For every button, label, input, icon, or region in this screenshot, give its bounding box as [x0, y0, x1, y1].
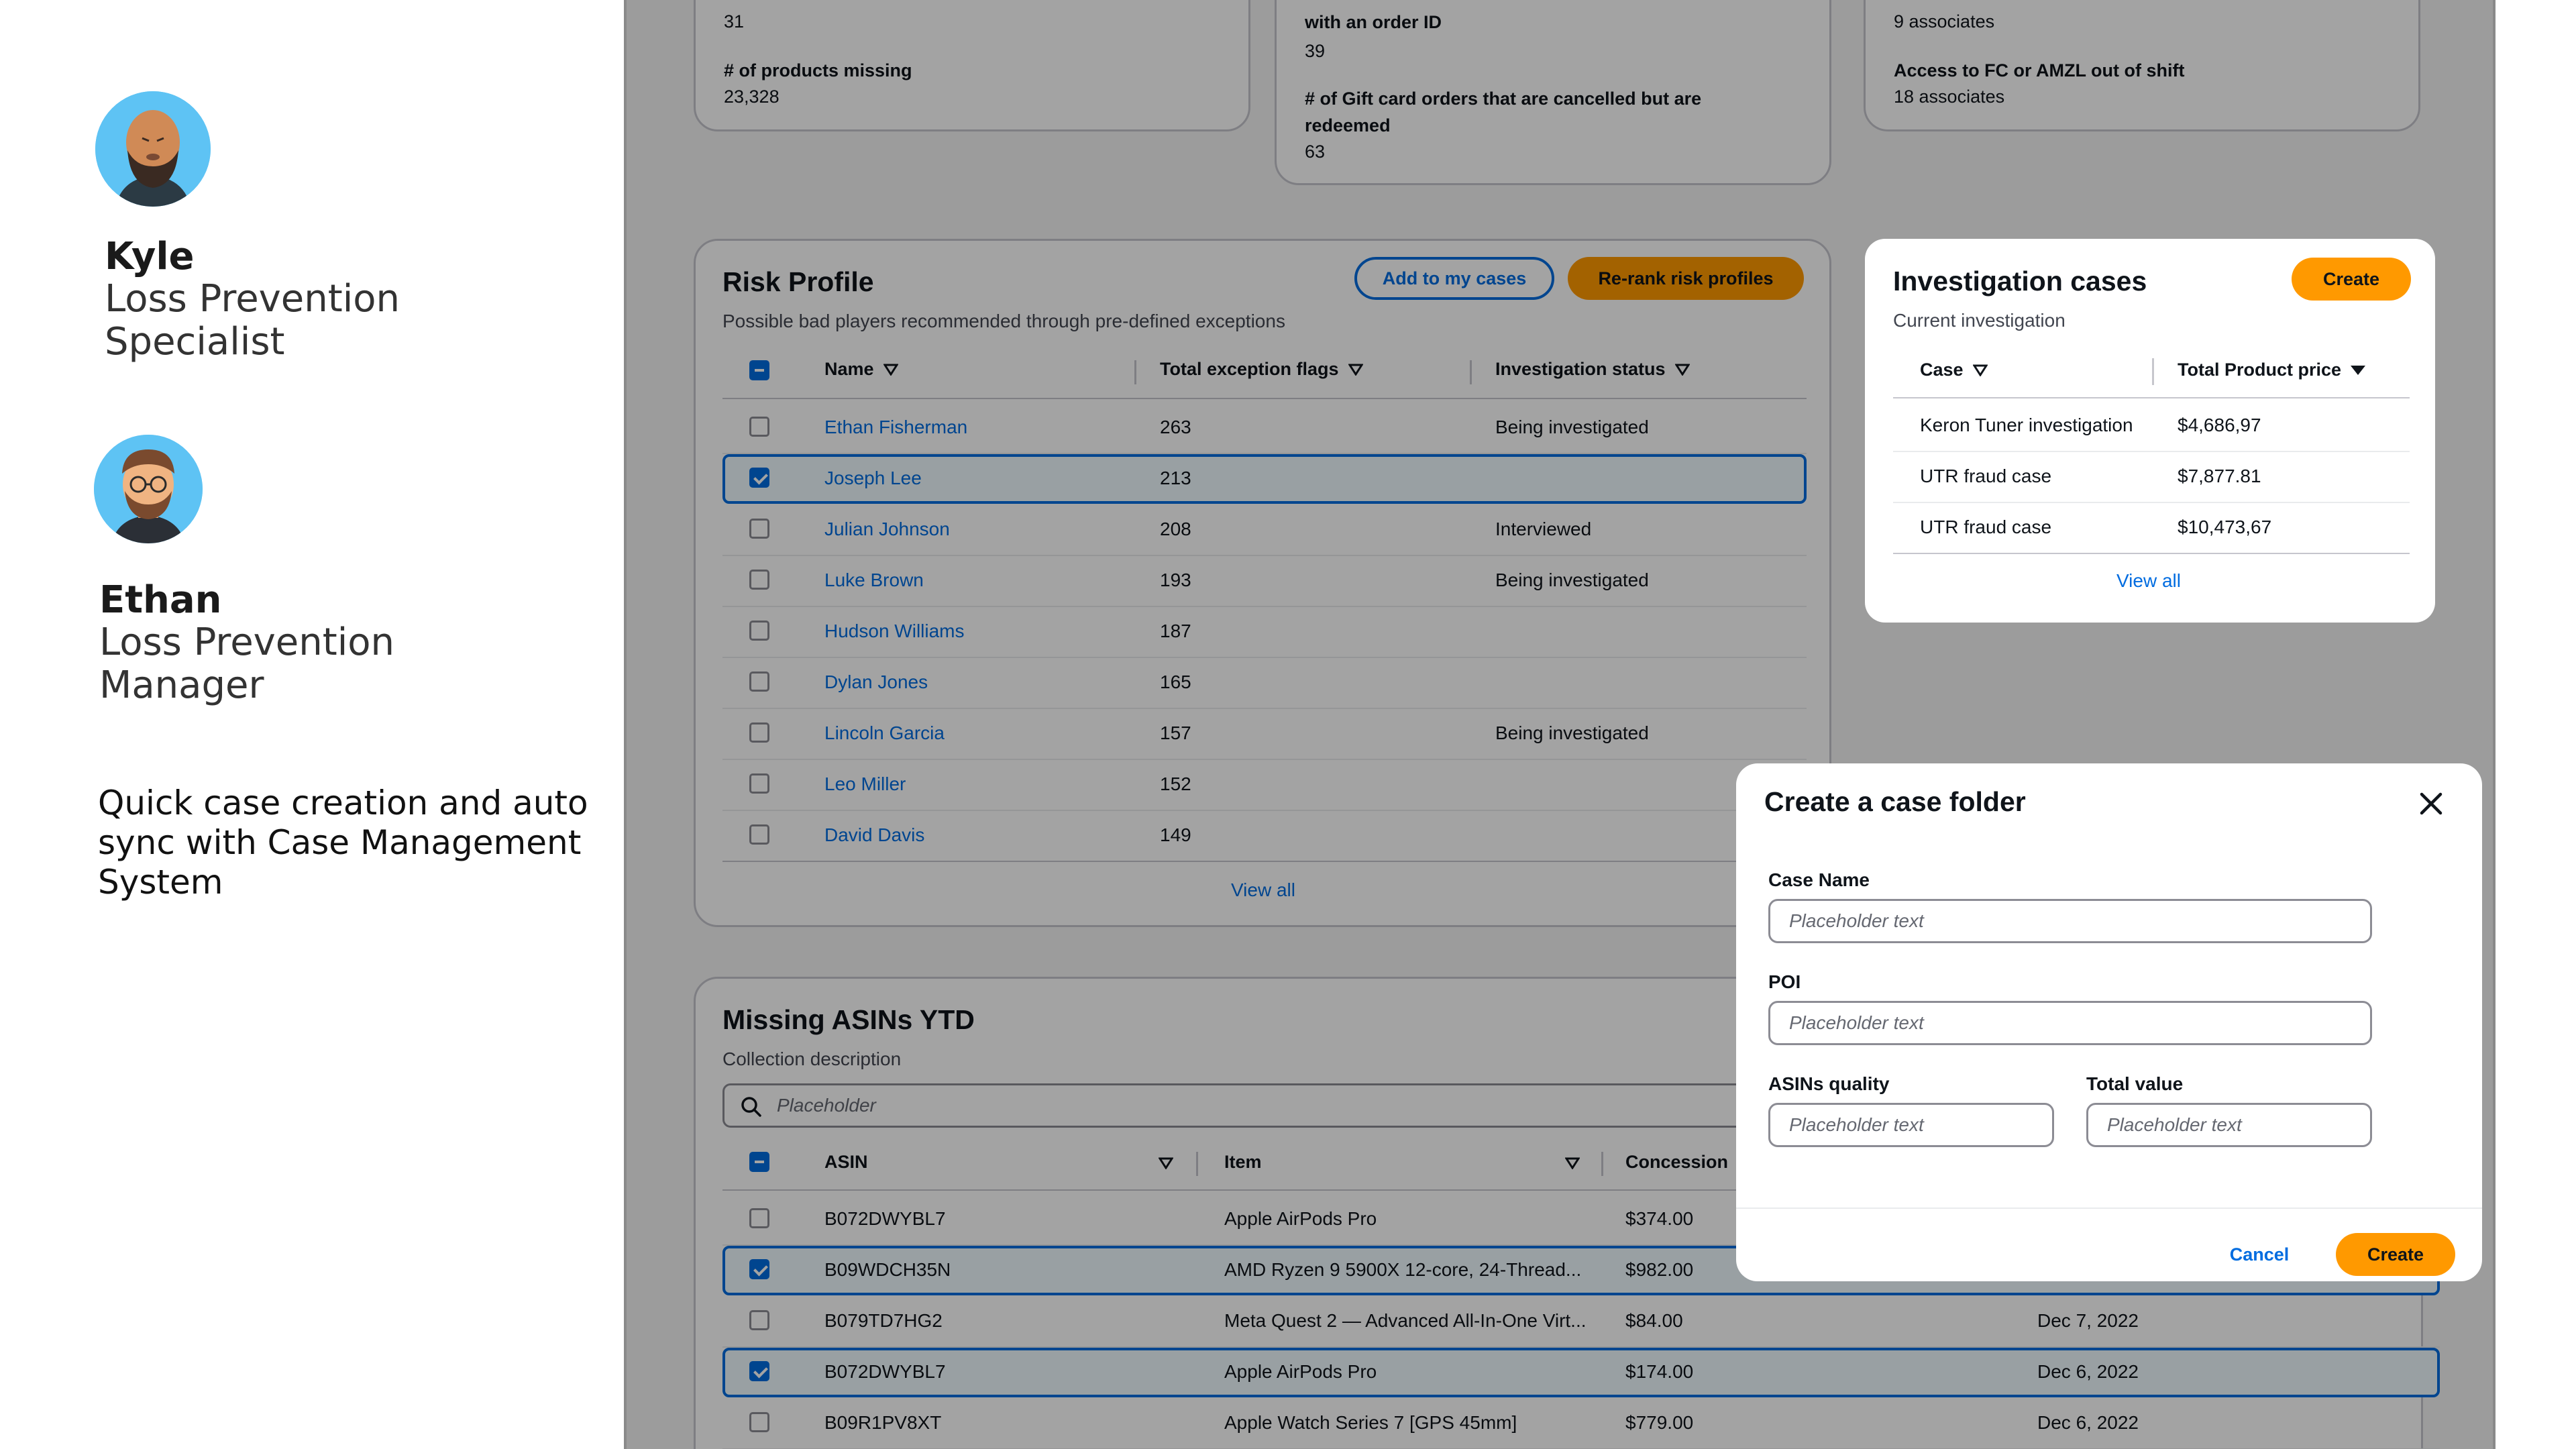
total-value-input[interactable]: Placeholder text [2086, 1103, 2372, 1147]
poi-label: POI [1768, 971, 1801, 992]
case-price-value: $10,473,67 [2178, 517, 2272, 537]
case-name-input[interactable]: Placeholder text [1768, 899, 2372, 943]
persona-role-kyle: Loss Prevention Specialist [105, 277, 400, 364]
asins-quality-label: ASINs quality [1768, 1073, 1890, 1094]
investigation-title: Investigation cases [1893, 266, 2147, 297]
persona-name-kyle: Kyle [105, 235, 195, 278]
avatar-ethan [94, 435, 203, 543]
sort-caret-filled-icon [2351, 365, 2366, 375]
modal-footer-divider [1736, 1208, 2482, 1209]
persona-panel: Kyle Loss Prevention Specialist Ethan Lo… [0, 0, 624, 1449]
col-header-total-price[interactable]: Total Product price [2178, 360, 2366, 380]
persona-role-ethan: Loss Prevention Manager [99, 621, 395, 707]
modal-create-button[interactable]: Create [2336, 1233, 2455, 1276]
row-divider [1893, 451, 2410, 452]
poi-input[interactable]: Placeholder text [1768, 1001, 2372, 1045]
row-divider [1893, 553, 2410, 554]
frame-edge [2493, 0, 2496, 1449]
investigation-cases-card: Investigation cases Current investigatio… [1865, 239, 2435, 623]
asins-quality-input[interactable]: Placeholder text [1768, 1103, 2054, 1147]
close-icon[interactable] [2418, 790, 2445, 817]
case-name-value: UTR fraud case [1920, 466, 2052, 486]
header-rule [1893, 397, 2410, 398]
total-value-label: Total value [2086, 1073, 2184, 1094]
investigation-view-all-link[interactable]: View all [2116, 570, 2181, 592]
case-name-label: Case Name [1768, 869, 1870, 890]
persona-name-ethan: Ethan [99, 578, 222, 622]
investigation-description: Current investigation [1893, 310, 2065, 331]
create-case-button[interactable]: Create [2292, 258, 2411, 301]
case-price-value: $7,877.81 [2178, 466, 2261, 486]
sort-caret-icon [1972, 364, 1988, 376]
modal-title: Create a case folder [1764, 786, 2026, 817]
case-name-value: Keron Tuner investigation [1920, 415, 2133, 435]
feature-note: Quick case creation and auto sync with C… [98, 784, 588, 902]
column-divider [2152, 358, 2154, 385]
case-name-value: UTR fraud case [1920, 517, 2052, 537]
avatar-kyle [95, 91, 211, 207]
cancel-button[interactable]: Cancel [2206, 1233, 2313, 1276]
case-price-value: $4,686,97 [2178, 415, 2261, 435]
row-divider [1893, 502, 2410, 503]
create-case-modal: Create a case folder Case Name Placehold… [1736, 763, 2482, 1281]
col-header-case[interactable]: Case [1920, 360, 1988, 380]
